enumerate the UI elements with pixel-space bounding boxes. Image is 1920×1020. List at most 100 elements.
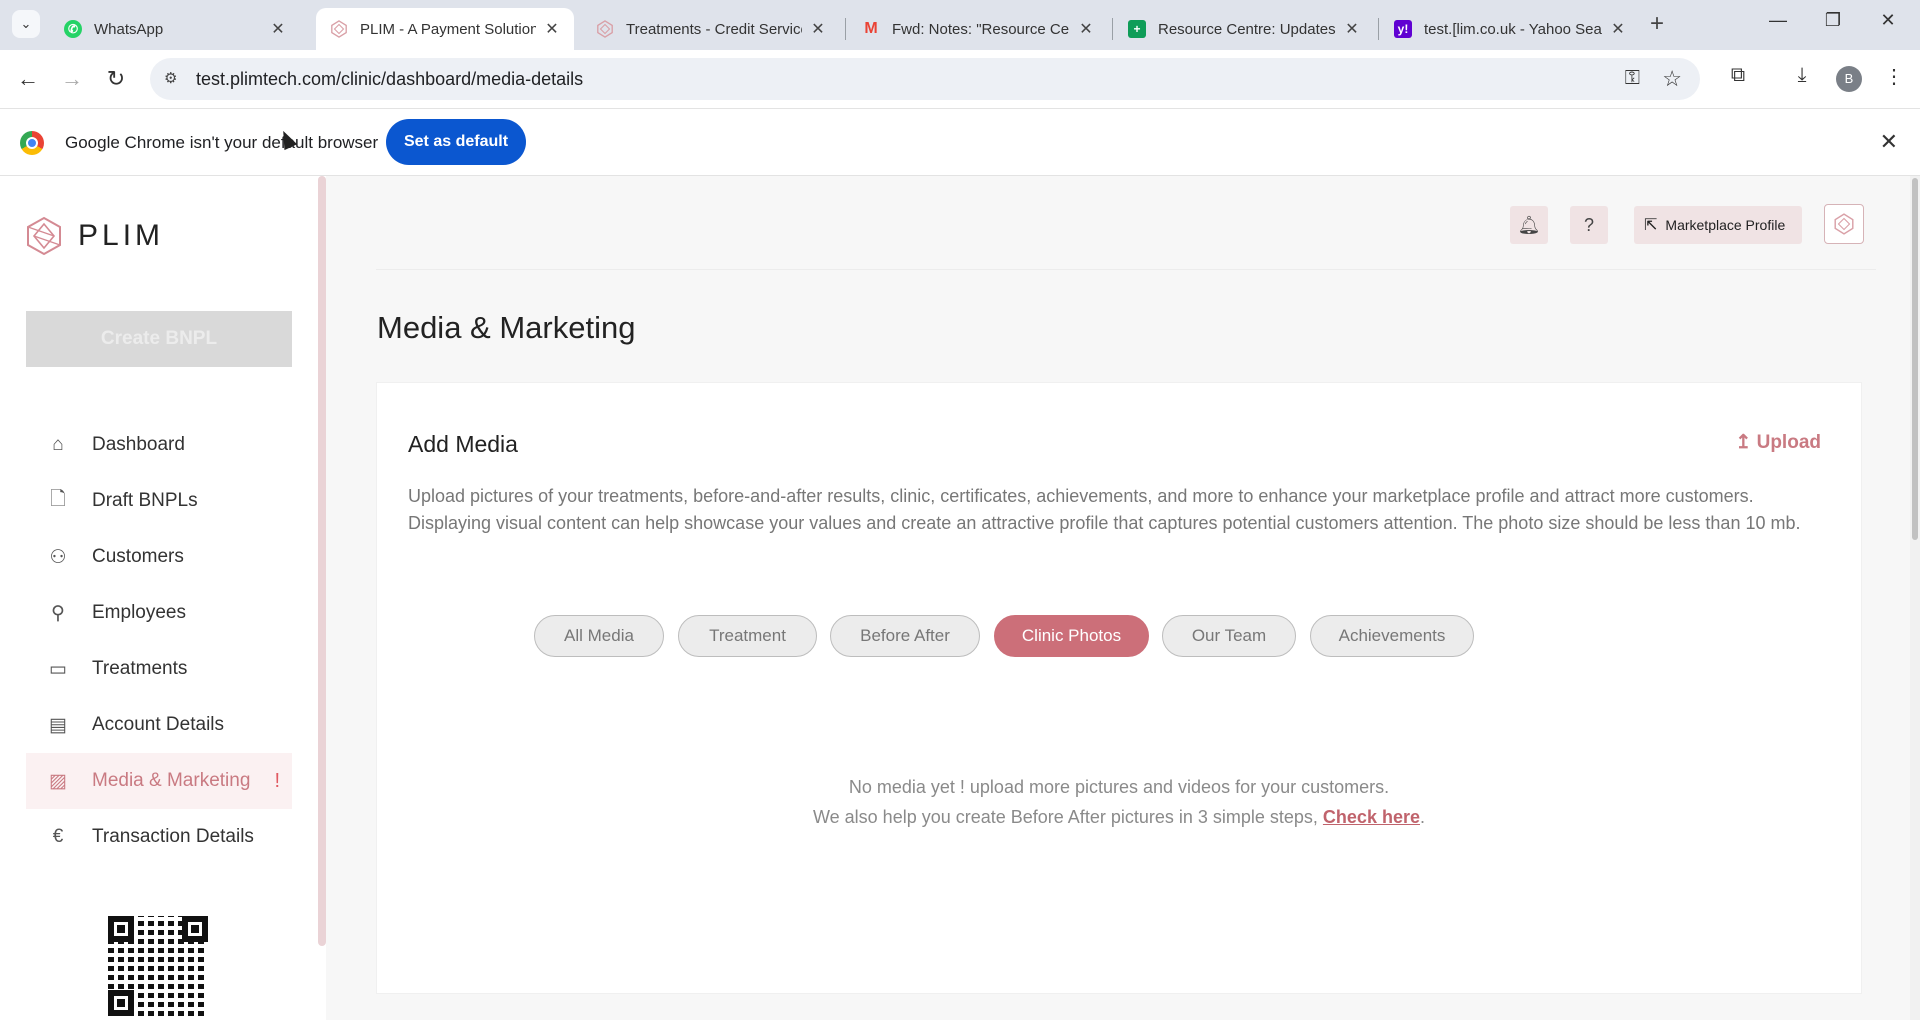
new-tab-plus-icon[interactable]: + xyxy=(1650,10,1664,38)
filter-achievements[interactable]: Achievements xyxy=(1310,615,1474,657)
alert-badge: ! xyxy=(274,769,280,792)
marketplace-profile-button[interactable]: ⇱ Marketplace Profile xyxy=(1634,206,1802,244)
bell-icon[interactable]: 🔔︎ xyxy=(1510,206,1548,244)
tab-close-icon[interactable]: ✕ xyxy=(1078,19,1094,39)
url-text[interactable]: test.plimtech.com/clinic/dashboard/media… xyxy=(196,69,583,90)
chrome-logo-icon xyxy=(20,131,44,155)
browser-tab-strip: ⌄ ✆ WhatsApp ✕ PLIM - A Payment Solution… xyxy=(0,0,1920,50)
page-scrollbar-thumb[interactable] xyxy=(1912,178,1918,540)
window-close-icon[interactable]: ✕ xyxy=(1868,10,1908,31)
tab-search-chevron-icon[interactable]: ⌄ xyxy=(12,10,40,38)
tab-title: test.[lim.co.uk - Yahoo Sear xyxy=(1424,20,1602,38)
site-settings-icon[interactable]: ⚙ xyxy=(164,69,184,89)
profile-avatar[interactable]: B xyxy=(1836,66,1862,92)
plim-icon xyxy=(330,20,348,38)
euro-icon: € xyxy=(52,826,64,847)
tab-separator xyxy=(845,18,846,40)
sidebar-item-employees[interactable]: ⚲ Employees xyxy=(26,585,292,641)
tab-close-icon[interactable]: ✕ xyxy=(544,19,560,39)
infobar-message: Google Chrome isn't your default browser xyxy=(65,133,379,152)
users-icon: ⚇ xyxy=(49,546,67,568)
add-media-card: Add Media ↥ Upload Upload pictures of yo… xyxy=(376,382,1862,994)
sidebar-item-transaction-details[interactable]: € Transaction Details xyxy=(26,809,292,865)
image-icon: ▨ xyxy=(49,770,67,792)
browser-tab-gmail[interactable]: M Fwd: Notes: "Resource Cen ✕ xyxy=(848,8,1108,50)
create-bnpl-button[interactable]: Create BNPL xyxy=(26,311,292,367)
plim-logo-icon xyxy=(27,216,61,256)
set-as-default-button[interactable]: Set as default xyxy=(386,119,526,165)
minimize-icon[interactable]: — xyxy=(1758,10,1798,31)
filter-before-after[interactable]: Before After xyxy=(830,615,980,657)
sidebar-item-label: Customers xyxy=(92,546,184,567)
infobar-close-icon[interactable]: ✕ xyxy=(1880,129,1898,155)
id-card-icon: ▤ xyxy=(49,714,67,736)
qr-code-image xyxy=(108,916,208,1016)
page-scrollbar[interactable] xyxy=(1910,176,1920,1020)
sidebar-item-label: Transaction Details xyxy=(92,826,254,847)
home-icon: ⌂ xyxy=(52,434,64,455)
more-menu-icon[interactable]: ⋮ xyxy=(1878,64,1910,89)
upload-arrow-icon: ↥ xyxy=(1735,432,1757,453)
forward-arrow-icon[interactable]: → xyxy=(56,64,88,96)
restore-icon[interactable]: ❐ xyxy=(1813,10,1853,31)
tab-close-icon[interactable]: ✕ xyxy=(1610,19,1626,39)
sidebar: PLIM Create BNPL ⌂ Dashboard 🗋 Draft BNP… xyxy=(0,176,318,1020)
topbar-divider xyxy=(376,269,1876,270)
external-link-icon: ⇱ xyxy=(1644,217,1658,234)
app-area: PLIM Create BNPL ⌂ Dashboard 🗋 Draft BNP… xyxy=(0,176,1920,1020)
empty-state-message: No media yet ! upload more pictures and … xyxy=(848,777,1390,797)
tab-separator xyxy=(1378,18,1379,40)
sidebar-item-customers[interactable]: ⚇ Customers xyxy=(26,529,292,585)
user-plus-icon: ⚲ xyxy=(51,602,65,624)
browser-tab-plim-active[interactable]: PLIM - A Payment Solution ✕ xyxy=(316,8,574,50)
tab-title: PLIM - A Payment Solution xyxy=(360,20,536,38)
sidebar-menu: ⌂ Dashboard 🗋 Draft BNPLs ⚇ Customers ⚲ … xyxy=(26,417,292,865)
browser-tab-sheets[interactable]: + Resource Centre: Updates ✕ xyxy=(1114,8,1374,50)
tab-close-icon[interactable]: ✕ xyxy=(270,19,286,39)
browser-tab-treatments[interactable]: Treatments - Credit Service ✕ xyxy=(582,8,840,50)
sidebar-item-account-details[interactable]: ▤ Account Details xyxy=(26,697,292,753)
sidebar-item-label: Account Details xyxy=(92,714,225,735)
sheets-icon: + xyxy=(1128,20,1146,38)
check-here-link[interactable]: Check here xyxy=(1323,807,1420,827)
tab-title: Fwd: Notes: "Resource Cen xyxy=(892,20,1070,38)
back-arrow-icon[interactable]: ← xyxy=(12,64,44,96)
filter-all-media[interactable]: All Media xyxy=(534,615,664,657)
sidebar-item-label: Treatments xyxy=(92,658,188,679)
document-icon: 🗋 xyxy=(50,489,66,510)
help-icon[interactable]: ? xyxy=(1570,206,1608,244)
password-key-icon[interactable]: ⚿ xyxy=(1625,67,1640,90)
clinic-avatar[interactable] xyxy=(1824,204,1864,244)
extensions-icon[interactable]: ⧉ xyxy=(1722,64,1754,87)
filter-treatment[interactable]: Treatment xyxy=(678,615,817,657)
filter-our-team[interactable]: Our Team xyxy=(1162,615,1296,657)
sidebar-item-label: Employees xyxy=(92,602,186,623)
browser-tab-yahoo[interactable]: y! test.[lim.co.uk - Yahoo Sear ✕ xyxy=(1380,8,1640,50)
sidebar-item-dashboard[interactable]: ⌂ Dashboard xyxy=(26,417,292,473)
yahoo-icon: y! xyxy=(1394,20,1412,38)
empty-state-hint: We also help you create Before After pic… xyxy=(377,807,1861,828)
tab-close-icon[interactable]: ✕ xyxy=(810,19,826,39)
sidebar-item-draft-bnpls[interactable]: 🗋 Draft BNPLs xyxy=(26,473,292,529)
bookmark-star-icon[interactable]: ☆ xyxy=(1662,66,1682,92)
tab-close-icon[interactable]: ✕ xyxy=(1344,19,1360,39)
sidebar-scrollbar[interactable] xyxy=(318,176,326,946)
card-description: Upload pictures of your treatments, befo… xyxy=(408,486,1801,533)
brand-logo[interactable]: PLIM xyxy=(24,216,164,256)
browser-tab-whatsapp[interactable]: ✆ WhatsApp ✕ xyxy=(50,8,300,50)
card-title: Add Media xyxy=(408,431,518,457)
sidebar-item-treatments[interactable]: ▭ Treatments xyxy=(26,641,292,697)
app-topbar: 🔔︎ ? ⇱ Marketplace Profile xyxy=(326,176,1920,270)
tab-title: Treatments - Credit Service xyxy=(626,20,802,38)
gmail-icon: M xyxy=(864,20,878,37)
reload-icon[interactable]: ↻ xyxy=(100,64,132,96)
sidebar-item-media-marketing[interactable]: ▨ Media & Marketing ! xyxy=(26,753,292,809)
address-bar[interactable]: ⚙ test.plimtech.com/clinic/dashboard/med… xyxy=(150,58,1700,100)
empty-state-period: . xyxy=(1419,807,1425,827)
filter-clinic-photos[interactable]: Clinic Photos xyxy=(994,615,1149,657)
tab-title: WhatsApp xyxy=(94,20,164,38)
upload-button[interactable]: ↥ Upload xyxy=(1735,431,1821,454)
download-icon[interactable]: ⤓ xyxy=(1786,64,1818,87)
browser-toolbar: ← → ↻ ⚙ test.plimtech.com/clinic/dashboa… xyxy=(0,50,1920,108)
main-content: 🔔︎ ? ⇱ Marketplace Profile Media & Marke… xyxy=(326,176,1920,1020)
